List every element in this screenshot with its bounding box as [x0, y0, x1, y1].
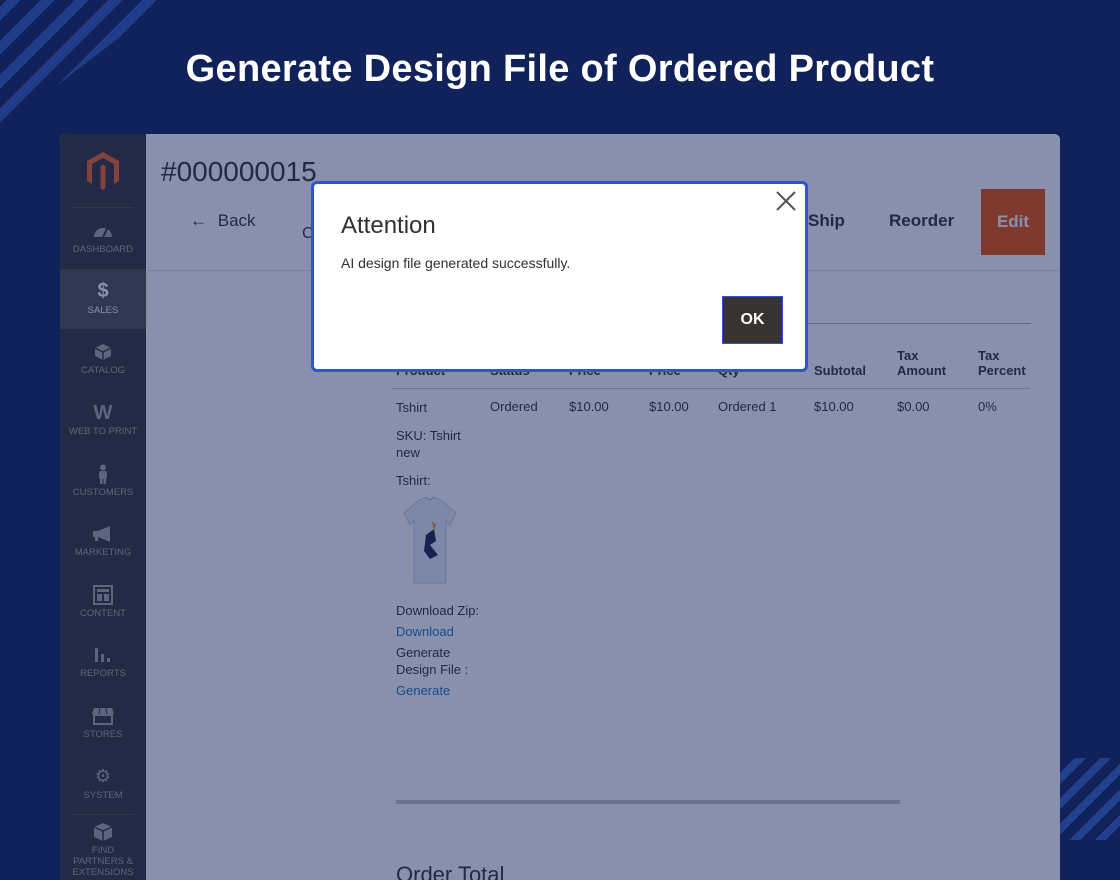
ok-button[interactable]: OK — [722, 296, 783, 344]
close-icon[interactable] — [773, 188, 799, 214]
attention-modal: Attention AI design file generated succe… — [311, 181, 808, 372]
modal-title: Attention — [341, 212, 436, 239]
modal-message: AI design file generated successfully. — [341, 255, 571, 271]
banner-title: Generate Design File of Ordered Product — [185, 48, 935, 90]
decorative-stripes-bottom-right — [1060, 758, 1120, 840]
